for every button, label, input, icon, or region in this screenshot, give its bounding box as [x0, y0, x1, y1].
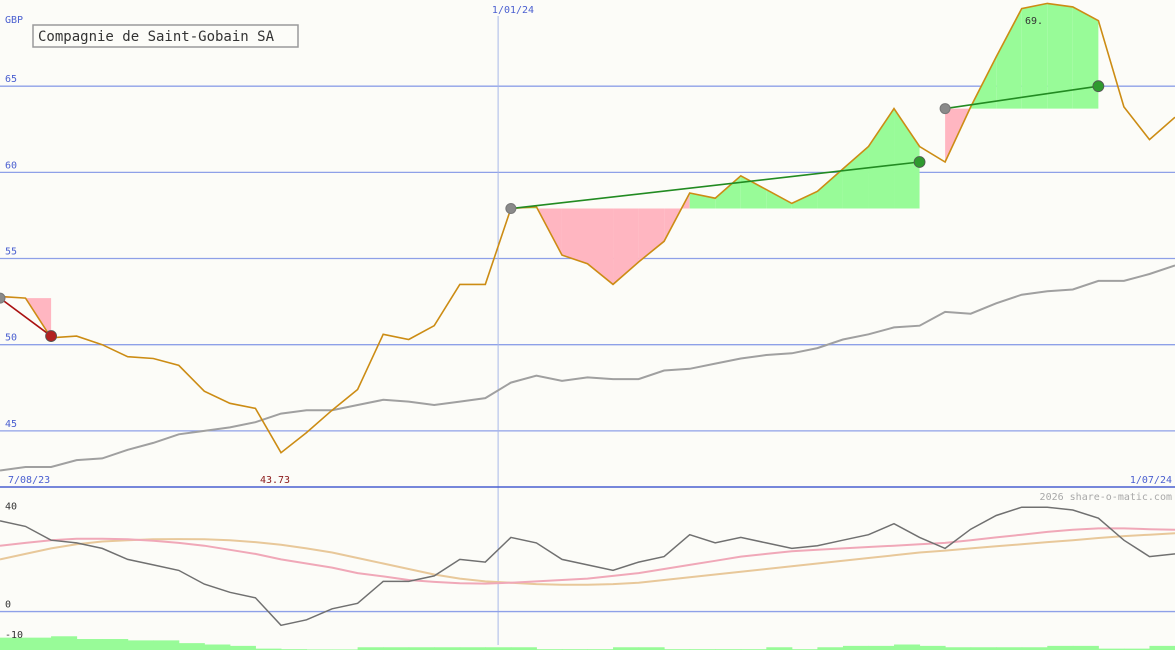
y-tick-label-45: 45 — [5, 419, 17, 430]
y-tick-label-50: 50 — [5, 333, 17, 344]
histogram-bar-5 — [127, 640, 154, 650]
indicator-tick-label-0: 0 — [5, 600, 11, 611]
chart-title: Compagnie de Saint-Gobain SA — [38, 29, 275, 45]
low-marker-label: 43.73 — [260, 475, 290, 486]
histogram-bar-34 — [868, 645, 895, 650]
histogram-bar-2 — [51, 636, 78, 650]
histogram-bar-9 — [229, 645, 256, 650]
date-label-mid: 1/01/24 — [492, 5, 534, 16]
histogram-bar-4 — [102, 639, 129, 650]
date-label-end: 1/07/24 — [1130, 475, 1172, 486]
trade-fill-2-42 — [1072, 6, 1099, 109]
high-marker-label: 69. — [1025, 16, 1043, 27]
histogram-bar-1 — [25, 637, 52, 650]
stock-chart: GBP 45 50 55 60 65 1/01/24 7/08/23 1/07/24 4… — [0, 0, 1175, 650]
trade-entry-marker-2 — [939, 103, 951, 115]
histogram-bar-36 — [919, 645, 946, 650]
histogram-bar-6 — [153, 640, 180, 650]
indicator-tick-label-40: 40 — [5, 502, 17, 513]
histogram-bar-7 — [178, 643, 205, 650]
indicator-tick-label--10: -10 — [5, 630, 23, 641]
y-tick-label-60: 60 — [5, 160, 17, 171]
y-tick-label-55: 55 — [5, 247, 17, 258]
histogram-bar-33 — [842, 645, 869, 650]
trade-fill-1-22 — [561, 208, 588, 264]
trade-exit-marker-2 — [1092, 80, 1105, 93]
trade-exit-marker-1 — [913, 156, 926, 168]
y-tick-label-65: 65 — [5, 74, 17, 85]
date-label-start: 7/08/23 — [8, 475, 50, 486]
histogram-bar-35 — [894, 644, 921, 650]
histogram-bar-8 — [204, 644, 231, 650]
copyright-label: 2026 share-o-matic.com — [1040, 492, 1172, 503]
histogram-bar-3 — [76, 639, 103, 650]
trade-exit-marker-0 — [45, 330, 57, 342]
histogram-bar-45 — [1149, 645, 1175, 650]
unit-label: GBP — [5, 15, 23, 26]
trade-entry-marker-1 — [505, 203, 517, 215]
histogram-bar-41 — [1047, 645, 1074, 650]
histogram-bar-42 — [1072, 645, 1099, 650]
